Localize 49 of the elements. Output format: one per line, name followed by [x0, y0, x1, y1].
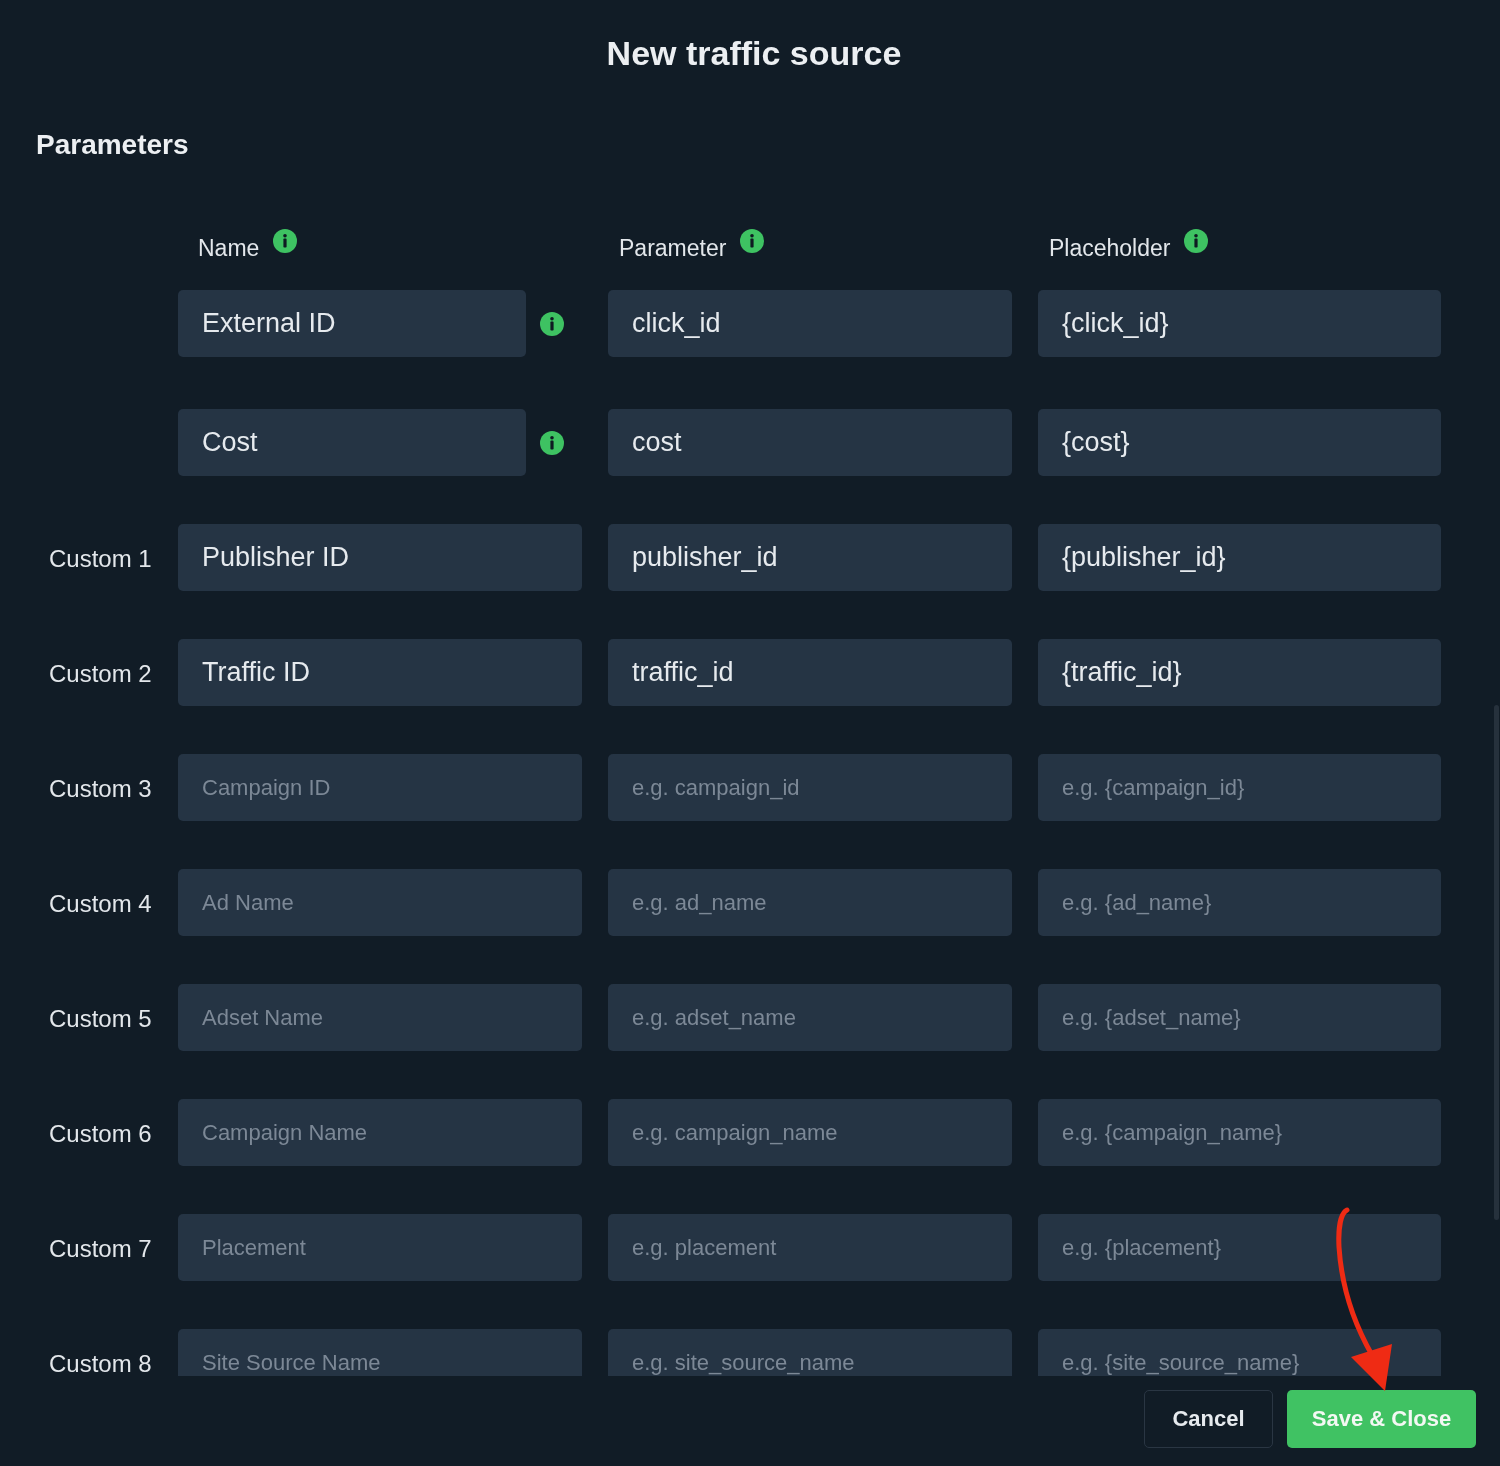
name-field[interactable]: Publisher ID: [178, 524, 582, 591]
cancel-button[interactable]: Cancel: [1144, 1390, 1273, 1448]
parameter-field[interactable]: cost: [608, 409, 1012, 476]
placeholder-field[interactable]: {publisher_id}: [1038, 524, 1441, 591]
row-label: Custom 5: [49, 1004, 152, 1033]
parameter-field[interactable]: e.g. campaign_name: [608, 1099, 1012, 1166]
row-label: Custom 1: [49, 544, 152, 573]
placeholder-field[interactable]: e.g. {campaign_name}: [1038, 1099, 1441, 1166]
name-field[interactable]: External ID: [178, 290, 526, 357]
name-field[interactable]: Ad Name: [178, 869, 582, 936]
parameter-field[interactable]: click_id: [608, 290, 1012, 357]
row-label: Custom 4: [49, 889, 152, 918]
placeholder-field[interactable]: e.g. {campaign_id}: [1038, 754, 1441, 821]
info-icon[interactable]: [540, 430, 564, 455]
column-header: Name: [198, 234, 260, 262]
placeholder-field[interactable]: e.g. {placement}: [1038, 1214, 1441, 1281]
name-field[interactable]: Campaign Name: [178, 1099, 582, 1166]
row-label: Custom 7: [49, 1234, 152, 1263]
name-field[interactable]: Traffic ID: [178, 639, 582, 706]
dialog-title: New traffic source: [605, 33, 902, 73]
column-header: Parameter: [619, 234, 727, 262]
parameter-field[interactable]: traffic_id: [608, 639, 1012, 706]
placeholder-field[interactable]: {traffic_id}: [1038, 639, 1441, 706]
row-label: Custom 8: [49, 1349, 152, 1376]
info-icon[interactable]: [540, 311, 564, 336]
parameter-field[interactable]: e.g. adset_name: [608, 984, 1012, 1051]
name-field[interactable]: Campaign ID: [178, 754, 582, 821]
placeholder-field[interactable]: e.g. {adset_name}: [1038, 984, 1441, 1051]
parameter-field[interactable]: e.g. campaign_id: [608, 754, 1012, 821]
row-label: Custom 6: [49, 1119, 152, 1148]
info-icon[interactable]: [1184, 229, 1209, 253]
info-icon[interactable]: [740, 229, 765, 253]
placeholder-field[interactable]: {cost}: [1038, 409, 1441, 476]
parameter-field[interactable]: e.g. ad_name: [608, 869, 1012, 936]
name-field[interactable]: Site Source Name: [178, 1329, 582, 1376]
placeholder-field[interactable]: e.g. {ad_name}: [1038, 869, 1441, 936]
placeholder-field[interactable]: e.g. {site_source_name}: [1038, 1329, 1441, 1376]
row-label: Custom 3: [49, 774, 152, 803]
name-field[interactable]: Cost: [178, 409, 526, 476]
name-field[interactable]: Placement: [178, 1214, 582, 1281]
name-field[interactable]: Adset Name: [178, 984, 582, 1051]
parameter-field[interactable]: publisher_id: [608, 524, 1012, 591]
placeholder-field[interactable]: {click_id}: [1038, 290, 1441, 357]
column-header: Placeholder: [1049, 234, 1171, 262]
section-title: Parameters: [36, 129, 189, 161]
info-icon[interactable]: [273, 229, 298, 253]
parameter-field[interactable]: e.g. site_source_name: [608, 1329, 1012, 1376]
parameter-field[interactable]: e.g. placement: [608, 1214, 1012, 1281]
row-label: Custom 2: [49, 659, 152, 688]
